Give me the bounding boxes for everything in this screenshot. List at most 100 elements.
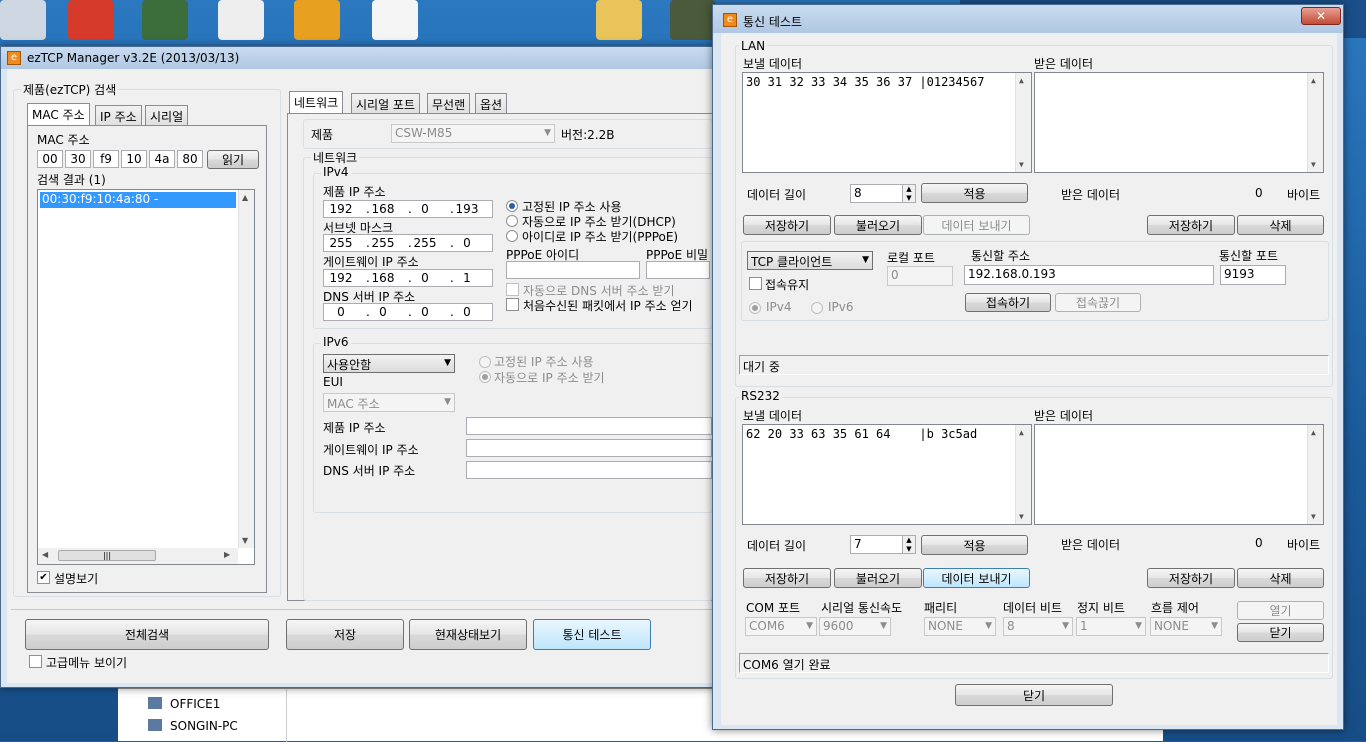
rs-bytes-label: 바이트 [1287, 538, 1321, 552]
rs-delete-button[interactable]: 삭제 [1237, 568, 1324, 588]
dns6-input[interactable] [466, 461, 712, 479]
status-button[interactable]: 현재상태보기 [409, 619, 527, 650]
lan-delete-button[interactable]: 삭제 [1237, 215, 1324, 235]
adv-menu-checkbox[interactable] [29, 655, 42, 668]
chevron-down-icon: ▼ [880, 621, 887, 631]
tab-wlan[interactable]: 무선랜 [427, 93, 471, 113]
first-packet-checkbox[interactable] [506, 298, 519, 311]
result-item[interactable]: 00:30:f9:10:4a:80 - 192.168.0.193 [40, 192, 236, 220]
save-button[interactable]: 저장 [286, 619, 404, 650]
recycle-bin-icon[interactable] [0, 0, 46, 40]
tab-serial-port[interactable]: 시리얼 포트 [351, 93, 421, 113]
lan-send-button[interactable]: 데이터 보내기 [923, 215, 1030, 235]
result-list[interactable]: 00:30:f9:10:4a:80 - 192.168.0.193 ▲ ▼ ◀ |… [37, 189, 255, 565]
close-icon[interactable]: ✕ [1301, 7, 1341, 25]
gw6-input[interactable] [466, 439, 712, 457]
radio-dhcp[interactable] [506, 215, 518, 227]
radio-ipv4[interactable] [749, 302, 761, 314]
ipv6-mode-select[interactable]: 사용안함 ▼ [323, 354, 455, 373]
lan-send-area[interactable]: 30 31 32 33 34 35 36 37 |01234567 ▲ ▼ [742, 72, 1032, 173]
close-button[interactable]: 닫기 [955, 684, 1113, 706]
media-shortcut-icon[interactable] [294, 0, 340, 40]
lan-save2-button[interactable]: 저장하기 [1147, 215, 1235, 235]
rs-len-spinner[interactable]: ▲ ▼ [902, 535, 916, 554]
lan-save-button[interactable]: 저장하기 [743, 215, 831, 235]
radio-ipv6[interactable] [811, 302, 823, 314]
lan-load-button[interactable]: 불러오기 [834, 215, 922, 235]
board-shortcut-icon[interactable] [142, 0, 188, 40]
tab-serial[interactable]: 시리얼 [145, 105, 189, 125]
tab-network[interactable]: 네트워크 [289, 91, 344, 113]
lan-send-vscroll[interactable]: ▲ ▼ [1015, 73, 1031, 172]
rs-save2-button[interactable]: 저장하기 [1147, 568, 1235, 588]
lan-recv-area[interactable]: ▲ ▼ [1034, 72, 1324, 173]
mac-octet-1[interactable]: 00 [37, 150, 63, 168]
mac-octet-4[interactable]: 10 [121, 150, 147, 168]
com-select[interactable]: COM6 ▼ [745, 617, 817, 636]
rs-send-area[interactable]: 62 20 33 63 35 61 64 |b 3c5ad ▲ ▼ [742, 424, 1032, 525]
tab-options[interactable]: 옵션 [475, 93, 508, 113]
network-item-songin-pc[interactable]: SONGIN-PC [170, 719, 238, 733]
search-all-button[interactable]: 전체검색 [25, 619, 269, 650]
connect-button[interactable]: 접속하기 [965, 293, 1051, 312]
keep-conn-checkbox[interactable] [749, 277, 762, 290]
comm-test-button[interactable]: 통신 테스트 [533, 619, 651, 650]
rs-save-button[interactable]: 저장하기 [743, 568, 831, 588]
app-shortcut-icon[interactable] [68, 0, 114, 40]
mac-octet-5[interactable]: 4a [149, 150, 175, 168]
auto-dns-checkbox[interactable] [506, 283, 519, 296]
rs-load-button[interactable]: 불러오기 [834, 568, 922, 588]
radio-static[interactable] [506, 200, 518, 212]
parity-select[interactable]: NONE ▼ [924, 617, 996, 636]
lan-apply-button[interactable]: 적용 [921, 183, 1028, 203]
disconnect-button[interactable]: 접속끊기 [1055, 293, 1141, 312]
eui-select[interactable]: MAC 주소 ▼ [323, 393, 455, 412]
rs-send-vscroll[interactable]: ▲ ▼ [1015, 425, 1031, 524]
rs-recv-area[interactable]: ▲ ▼ [1034, 424, 1324, 525]
baud-select[interactable]: 9600 ▼ [819, 617, 891, 636]
radio-pppoe[interactable] [506, 230, 518, 242]
ip6-input[interactable] [466, 417, 712, 435]
mac-octet-6[interactable]: 80 [177, 150, 203, 168]
lan-len-spinner[interactable]: ▲ ▼ [902, 184, 916, 203]
rs-send-button[interactable]: 데이터 보내기 [923, 568, 1030, 588]
image-icon[interactable] [670, 0, 716, 40]
lan-recv-vscroll[interactable]: ▲ ▼ [1307, 73, 1323, 172]
folder-icon[interactable] [596, 0, 642, 40]
show-desc-checkbox[interactable]: ✔ [37, 571, 50, 584]
radio6-auto[interactable] [479, 371, 491, 383]
mac-octet-3[interactable]: f9 [93, 150, 119, 168]
local-port-input[interactable]: 0 [887, 266, 953, 286]
tab-mac[interactable]: MAC 주소 [27, 103, 90, 125]
rs-len-input[interactable]: 7 [850, 535, 904, 554]
databits-select[interactable]: 8 ▼ [1003, 617, 1073, 636]
peer-port-input[interactable]: 9193 [1220, 265, 1286, 285]
subnet-input[interactable]: 255. 255. 255. 0 [323, 234, 493, 252]
result-hscroll[interactable]: ◀ ||| ▶ [38, 548, 238, 564]
radio6-static[interactable] [479, 356, 491, 368]
close-port-button[interactable]: 닫기 [1237, 623, 1324, 642]
gw-input[interactable]: 192. 168. 0. 1 [323, 269, 493, 287]
tab-ip[interactable]: IP 주소 [95, 105, 142, 125]
result-vscroll[interactable]: ▲ ▼ [238, 190, 254, 548]
product-select[interactable]: CSW-M85 ▼ [391, 124, 555, 143]
pdf-document-icon[interactable] [218, 0, 264, 40]
network-item-office1[interactable]: OFFICE1 [170, 697, 220, 711]
open-port-button[interactable]: 열기 [1237, 601, 1324, 620]
eztcp-titlebar[interactable]: e ezTCP Manager v3.2E (2013/03/13) [1, 47, 715, 69]
document-icon[interactable] [372, 0, 418, 40]
rs-apply-button[interactable]: 적용 [921, 535, 1028, 555]
lan-len-input[interactable]: 8 [850, 184, 904, 203]
read-button[interactable]: 읽기 [207, 150, 259, 169]
mode-select[interactable]: TCP 클라이언트 ▼ [747, 251, 873, 270]
ip-input[interactable]: 192. 168. 0. 193 [323, 200, 493, 218]
pppoe-id-input[interactable] [506, 261, 640, 279]
dns-input[interactable]: 0. 0. 0. 0 [323, 303, 493, 321]
pppoe-pw-input[interactable] [646, 261, 710, 279]
rs-recv-vscroll[interactable]: ▲ ▼ [1307, 425, 1323, 524]
mac-octet-2[interactable]: 30 [65, 150, 91, 168]
flow-select[interactable]: NONE ▼ [1150, 617, 1222, 636]
peer-addr-input[interactable]: 192.168.0.193 [964, 265, 1214, 285]
stopbits-select[interactable]: 1 ▼ [1076, 617, 1146, 636]
comm-test-titlebar[interactable]: e 통신 테스트 ✕ [713, 5, 1343, 33]
